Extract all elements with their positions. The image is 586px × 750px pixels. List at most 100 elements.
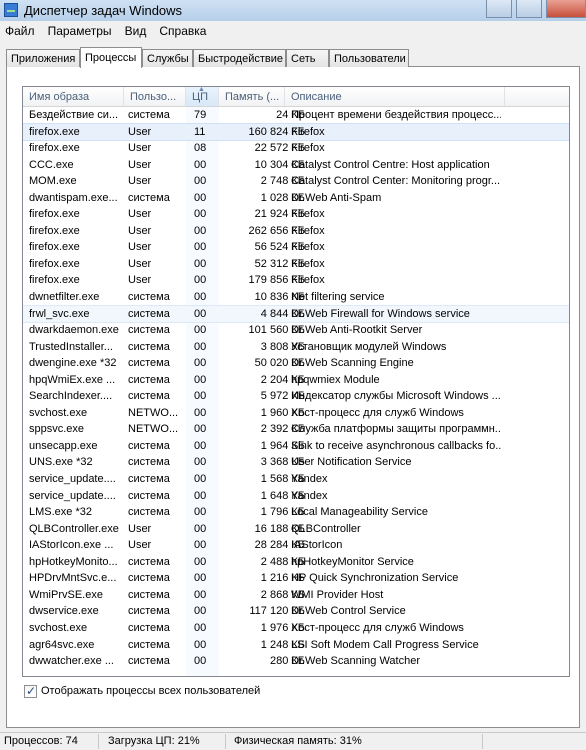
column-memory[interactable]: Память (... [219, 87, 285, 106]
process-row[interactable]: svchost.exe NETWO... 00 1 960 КБ Хост-процес… [23, 405, 569, 422]
row-image-name: firefox.exe [29, 224, 80, 237]
process-row[interactable]: SearchIndexer.... система 00 5 972 КБ Индекс… [23, 388, 569, 405]
row-image-name: dwservice.exe [29, 605, 99, 618]
row-image-name: firefox.exe [29, 257, 80, 270]
process-row[interactable]: LMS.exe *32 система 00 1 796 КБ Local Manage… [23, 504, 569, 521]
row-cpu: 00 [194, 439, 207, 452]
tab-services[interactable]: Службы [142, 49, 193, 67]
tab-network[interactable]: Сеть [286, 49, 329, 67]
row-user: система [128, 572, 170, 585]
tab-applications[interactable]: Приложения [6, 49, 80, 67]
column-description[interactable]: Описание [285, 87, 505, 106]
row-cpu: 00 [194, 605, 207, 618]
row-image-name: dwnetfilter.exe [29, 291, 100, 304]
process-row[interactable]: sppsvc.exe NETWO... 00 2 392 КБ Служба платф… [23, 421, 569, 438]
row-cpu: 00 [194, 489, 207, 502]
row-description: Catalyst Control Centre: Host applicatio… [291, 158, 490, 171]
process-row[interactable]: WmiPrvSE.exe система 00 2 868 КБ WMI Provide… [23, 587, 569, 604]
row-user: система [128, 340, 170, 353]
process-row[interactable]: unsecapp.exe система 00 1 964 КБ Sink to rec… [23, 438, 569, 455]
row-cpu: 00 [194, 208, 207, 221]
status-divider [225, 734, 226, 749]
maximize-button[interactable] [515, 0, 542, 18]
process-list[interactable]: Имя образа Пользо... ▲ ЦП Память (... Оп… [22, 86, 570, 677]
process-row[interactable]: hpHotkeyMonito... система 00 2 488 КБ hpHotk… [23, 554, 569, 571]
menu-view[interactable]: Вид [120, 21, 152, 38]
row-user: система [128, 109, 170, 121]
row-image-name: unsecapp.exe [29, 439, 98, 452]
row-description: Dr.Web Anti-Rootkit Server [291, 324, 423, 337]
process-row[interactable]: firefox.exe User 00 262 656 КБ Firefox [23, 223, 569, 240]
row-user: User [128, 125, 152, 138]
column-cpu[interactable]: ▲ ЦП [186, 87, 219, 106]
row-cpu: 00 [194, 307, 207, 320]
process-row[interactable]: agr64svc.exe система 00 1 248 КБ LSI Soft Mo… [23, 637, 569, 654]
process-row[interactable]: dwarkdaemon.exe система 00 101 560 КБ Dr.Web… [23, 322, 569, 339]
row-description: Firefox [291, 224, 325, 237]
process-row[interactable]: dwwatcher.exe ... система 00 280 КБ Dr.Web S… [23, 653, 569, 670]
menu-options[interactable]: Параметры [43, 21, 117, 38]
row-cpu: 00 [194, 506, 207, 519]
tab-processes[interactable]: Процессы [80, 47, 142, 68]
row-cpu: 00 [194, 522, 207, 535]
row-user: система [128, 456, 170, 469]
process-row[interactable]: dwengine.exe *32 система 00 50 020 КБ Dr.Web… [23, 355, 569, 372]
minimize-button[interactable] [485, 0, 512, 18]
row-user: система [128, 588, 170, 601]
process-row[interactable]: TrustedInstaller... система 00 3 808 КБ Уста… [23, 339, 569, 356]
row-image-name: svchost.exe [29, 621, 88, 634]
row-image-name: firefox.exe [29, 125, 80, 138]
tab-performance[interactable]: Быстродействие [193, 49, 286, 67]
row-description: Процент времени бездействия процесс... [291, 109, 501, 121]
row-image-name: LMS.exe *32 [29, 506, 92, 519]
process-row[interactable]: dwnetfilter.exe система 00 10 836 КБ Net fil… [23, 289, 569, 306]
row-description: Индексатор службы Microsoft Windows ... [291, 390, 501, 403]
process-row[interactable]: MOM.exe User 00 2 748 КБ Catalyst Control Ce… [23, 173, 569, 190]
row-description: Net filtering service [291, 291, 385, 304]
process-row[interactable]: dwservice.exe система 00 117 120 КБ Dr.Web C… [23, 603, 569, 620]
process-row[interactable]: CCC.exe User 00 10 304 КБ Catalyst Control C… [23, 157, 569, 174]
sort-descending-icon: ▲ [198, 87, 205, 93]
row-cpu: 00 [194, 572, 207, 585]
menu-file[interactable]: Файл [0, 21, 40, 38]
row-user: система [128, 473, 170, 486]
close-button[interactable] [546, 0, 586, 18]
row-image-name: service_update.... [29, 489, 116, 502]
process-row[interactable]: QLBController.exe User 00 16 188 КБ QLBContr… [23, 521, 569, 538]
column-user[interactable]: Пользо... [124, 87, 186, 106]
process-row[interactable]: firefox.exe User 11 160 824 КБ Firefox [23, 122, 569, 142]
process-row[interactable]: HPDrvMntSvc.e... система 00 1 216 КБ HP Quic… [23, 570, 569, 587]
row-description: hpHotkeyMonitor Service [291, 555, 414, 568]
row-description: Dr.Web Anti-Spam [291, 191, 382, 204]
row-description: HP Quick Synchronization Service [291, 572, 459, 585]
process-row[interactable]: firefox.exe User 08 22 572 КБ Firefox [23, 140, 569, 157]
row-description: Sink to receive asynchronous callbacks f… [291, 439, 501, 452]
process-row[interactable]: service_update.... система 00 1 648 КБ Yande… [23, 488, 569, 505]
process-row[interactable]: firefox.exe User 00 21 924 КБ Firefox [23, 206, 569, 223]
row-image-name: HPDrvMntSvc.e... [29, 572, 117, 585]
menu-help[interactable]: Справка [154, 21, 211, 38]
row-image-name: WmiPrvSE.exe [29, 588, 103, 601]
row-cpu: 00 [194, 655, 207, 668]
process-row[interactable]: firefox.exe User 00 56 524 КБ Firefox [23, 239, 569, 256]
tab-users[interactable]: Пользователи [329, 49, 409, 67]
show-all-users-checkbox[interactable] [24, 684, 37, 698]
column-image-name[interactable]: Имя образа [23, 87, 124, 106]
process-row[interactable]: service_update.... система 00 1 568 КБ Yande… [23, 471, 569, 488]
process-row[interactable]: firefox.exe User 00 179 856 КБ Firefox [23, 272, 569, 289]
row-image-name: firefox.exe [29, 208, 80, 221]
row-user: система [128, 291, 170, 304]
process-row[interactable]: dwantispam.exe... система 00 1 028 КБ Dr.Web… [23, 190, 569, 207]
process-row[interactable]: IAStorIcon.exe ... User 00 28 284 КБ IAStorI… [23, 537, 569, 554]
process-row[interactable]: svchost.exe система 00 1 976 КБ Хост-процесс… [23, 620, 569, 637]
process-row[interactable]: UNS.exe *32 система 00 3 368 КБ User Notific… [23, 454, 569, 471]
process-row[interactable]: Бездействие си... система 79 24 КБ Процент в… [23, 107, 569, 124]
process-row[interactable]: hpqWmiEx.exe ... система 00 2 204 КБ hpqwmie… [23, 372, 569, 389]
process-row[interactable]: firefox.exe User 00 52 312 КБ Firefox [23, 256, 569, 273]
row-image-name: hpqWmiEx.exe ... [29, 373, 116, 386]
row-user: User [128, 158, 152, 171]
process-row[interactable]: frwl_svc.exe система 00 4 844 КБ Dr.Web Fire… [23, 304, 569, 324]
row-image-name: QLBController.exe [29, 522, 119, 535]
row-image-name: dwwatcher.exe ... [29, 655, 114, 668]
row-user: система [128, 439, 170, 452]
